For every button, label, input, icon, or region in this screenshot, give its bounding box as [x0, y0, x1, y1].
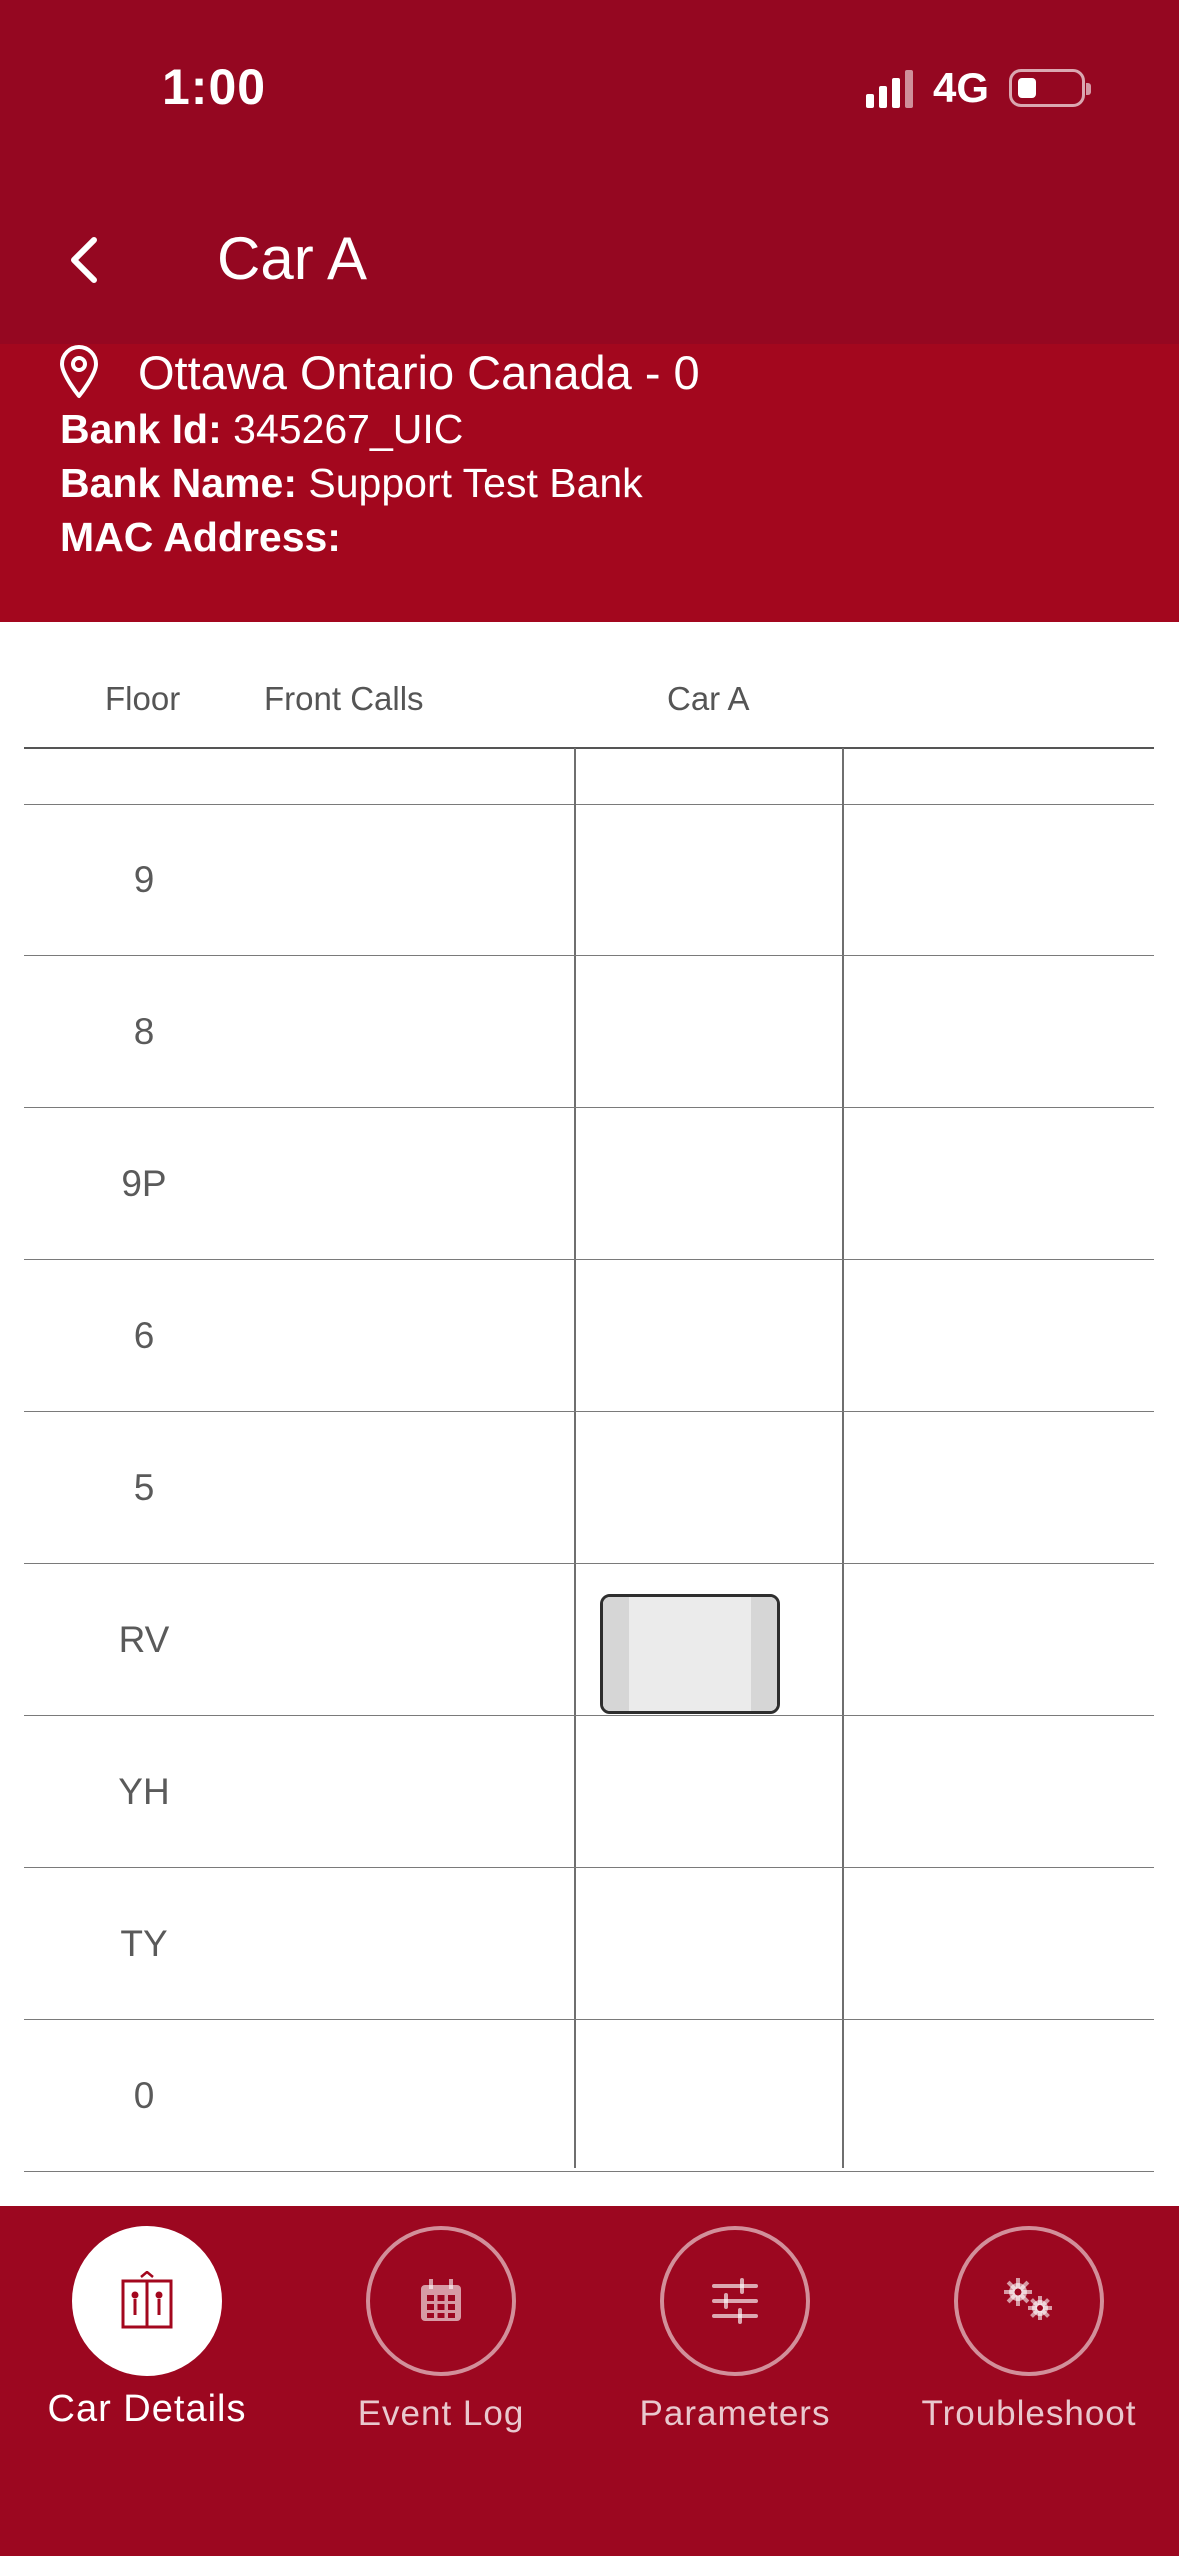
app-header: 1:00 4G Car A — [0, 0, 1179, 344]
tab-troubleshoot[interactable]: Troubleshoot — [882, 2226, 1176, 2434]
bottom-tab-bar: Car Details Event Log Parameters Trouble… — [0, 2206, 1179, 2556]
tab-circle — [366, 2226, 516, 2376]
bank-name-row: Bank Name: Support Test Bank — [60, 460, 643, 507]
table-row: YH — [24, 1716, 1154, 1868]
table-row: 9P — [24, 1108, 1154, 1260]
table-row: TY — [24, 1868, 1154, 2020]
network-type: 4G — [932, 64, 989, 111]
table-row: 8 — [24, 956, 1154, 1108]
gears-icon — [1004, 2278, 1052, 2320]
elevator-icon — [121, 2271, 173, 2329]
floor-label: 0 — [133, 2075, 155, 2116]
bank-id-row: Bank Id: 345267_UIC — [60, 406, 463, 453]
column-header-floor: Floor — [105, 680, 181, 717]
floor-label: 9 — [133, 859, 155, 900]
bank-id-label: Bank Id: — [60, 406, 222, 452]
back-button[interactable] — [62, 230, 106, 290]
battery-icon — [1009, 69, 1091, 107]
row-divider — [24, 2171, 1154, 2172]
floor-label: 8 — [133, 1011, 155, 1052]
floor-label: TY — [120, 1923, 168, 1964]
sliders-icon — [712, 2278, 758, 2324]
chevron-left-icon — [71, 237, 97, 283]
floor-label: YH — [118, 1771, 170, 1812]
table-row: 9 — [24, 804, 1154, 956]
tab-parameters[interactable]: Parameters — [588, 2226, 882, 2434]
mac-address-label: MAC Address: — [60, 514, 341, 560]
table-row: 5 — [24, 1412, 1154, 1564]
tab-car-details[interactable]: Car Details — [0, 2226, 294, 2431]
tab-label: Parameters — [639, 2394, 831, 2433]
header-divider — [24, 747, 1154, 749]
table-row: RV — [24, 1564, 1154, 1716]
tab-circle — [72, 2226, 222, 2376]
mac-address-row: MAC Address: — [60, 514, 341, 561]
floor-label: 6 — [133, 1315, 155, 1356]
location-row: Ottawa Ontario Canada - 0 — [58, 344, 700, 400]
elevator-car[interactable] — [600, 1594, 780, 1714]
tab-label: Event Log — [357, 2394, 525, 2433]
table-row: 0 — [24, 2020, 1154, 2172]
bank-info: Ottawa Ontario Canada - 0 Bank Id: 34526… — [0, 344, 1179, 622]
floor-label: 9P — [121, 1163, 167, 1204]
status-time: 1:00 — [162, 59, 267, 115]
location-pin-icon — [60, 345, 98, 398]
tab-circle — [954, 2226, 1104, 2376]
status-indicators: 4G — [865, 64, 1091, 112]
signal-icon — [865, 68, 913, 108]
table-row: 6 — [24, 1260, 1154, 1412]
page-title: Car A — [217, 225, 368, 292]
column-header-car: Car A — [667, 680, 750, 717]
floor-label: 5 — [133, 1467, 155, 1508]
floor-label: RV — [118, 1619, 170, 1660]
tab-label: Troubleshoot — [921, 2394, 1137, 2433]
bank-name-value: Support Test Bank — [308, 460, 643, 506]
bank-name-label: Bank Name: — [60, 460, 297, 506]
bank-id-value: 345267_UIC — [233, 406, 464, 452]
tab-circle — [660, 2226, 810, 2376]
column-header-front-calls: Front Calls — [264, 680, 424, 717]
tab-event-log[interactable]: Event Log — [294, 2226, 588, 2434]
location-text: Ottawa Ontario Canada - 0 — [138, 345, 700, 399]
calendar-icon — [421, 2279, 461, 2321]
tab-label: Car Details — [47, 2388, 247, 2430]
